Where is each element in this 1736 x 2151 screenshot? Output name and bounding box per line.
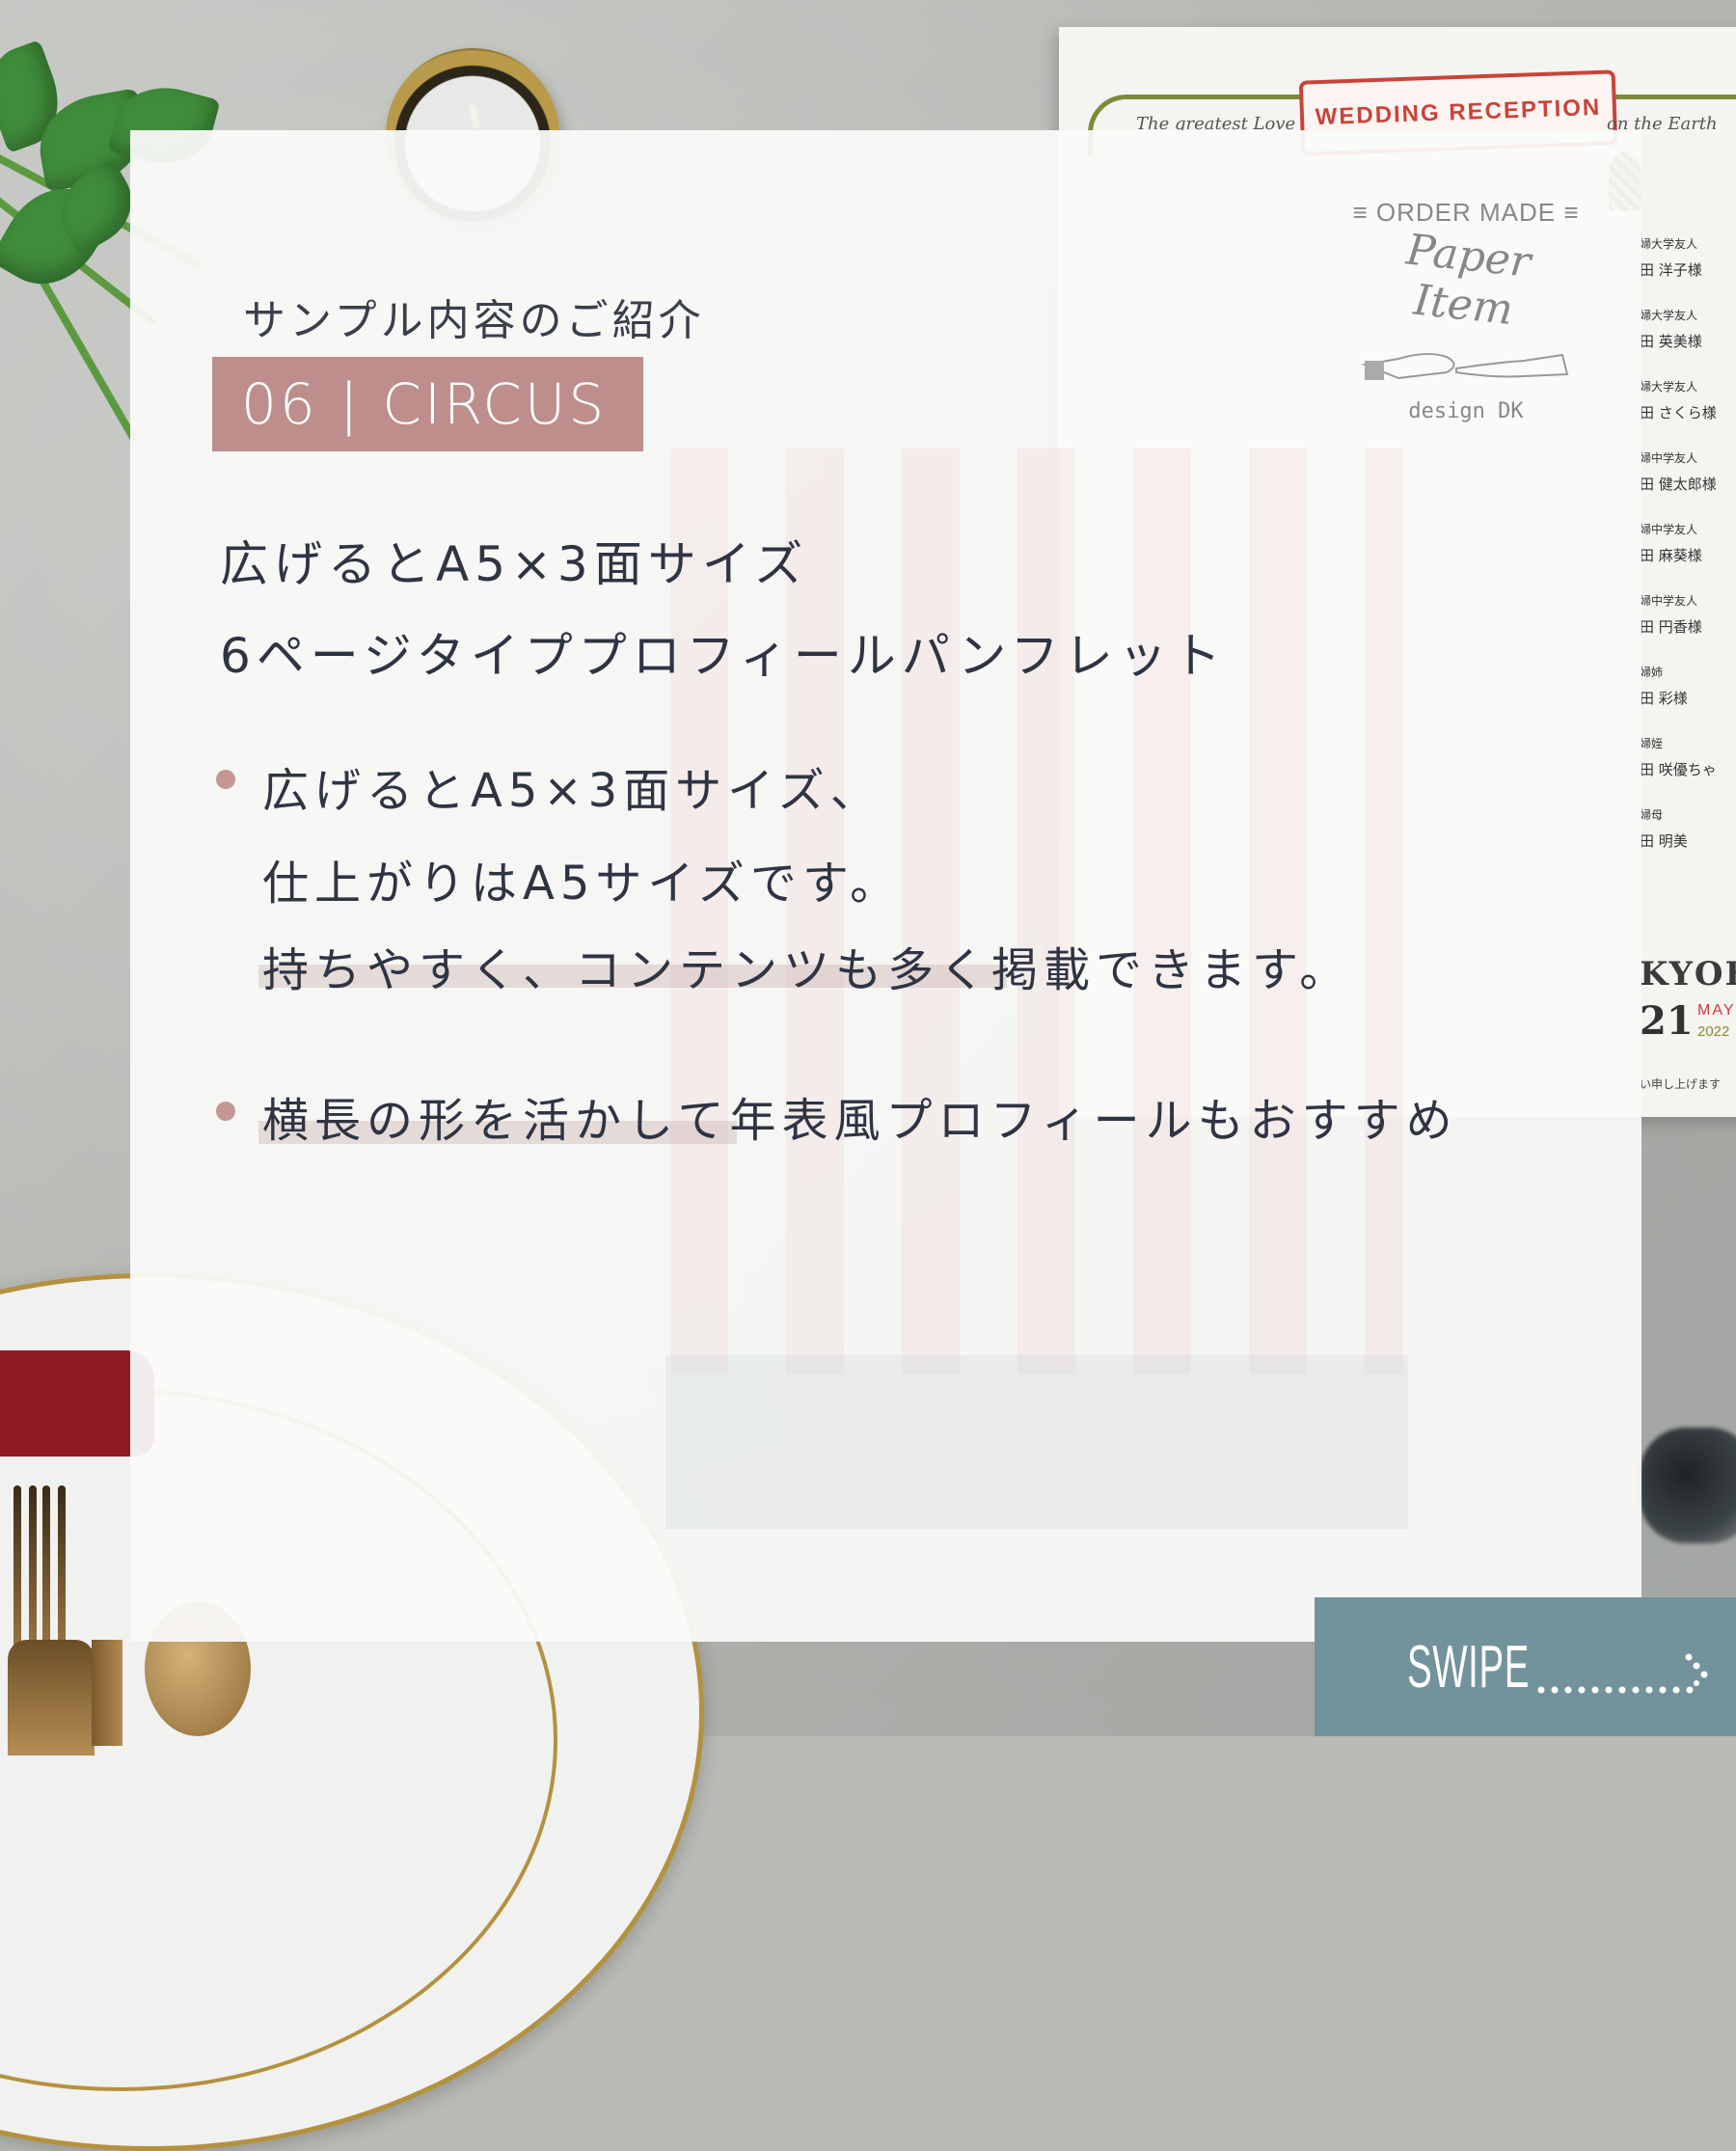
- logo-bottom: design DK: [1408, 399, 1524, 423]
- guest-item: 婦大学友人田 洋子様: [1640, 237, 1702, 279]
- sample-number: 06: [241, 371, 318, 437]
- bullet-icon: [216, 770, 235, 789]
- date-day: 21: [1640, 998, 1694, 1044]
- dotted-arrow-icon: [1537, 1653, 1708, 1694]
- guest-item: 婦中学友人田 円香様: [1640, 594, 1702, 636]
- bullet-1-line-1: 広げるとA5×3面サイズ、: [262, 764, 882, 818]
- date-month: MAY: [1697, 1002, 1736, 1019]
- lead-line-2: 6ページタイププロフィールパンフレット: [220, 628, 1227, 684]
- guest-item: 婦大学友人田 さくら様: [1640, 380, 1717, 422]
- brand-logo: ≡ ORDER MADE ≡ Paper Item design DK: [1350, 198, 1582, 423]
- bullet-2-line-1: 横長の形を活かして年表風プロフィールもおすすめ: [262, 1094, 1458, 1148]
- flower-decoration: [1640, 1428, 1736, 1543]
- sample-tag: 06 | CIRCUS: [212, 357, 643, 451]
- guest-item: 婦母田 明美: [1640, 808, 1688, 850]
- card-footer-note: い申し上げます: [1640, 1077, 1722, 1091]
- sample-name: CIRCUS: [382, 371, 608, 437]
- bullet-1-line-3: 持ちやすく、コンテンツも多く掲載できます。: [262, 943, 1352, 997]
- ghost-card-footer: [665, 1355, 1408, 1529]
- guest-item: 婦姉田 彩様: [1640, 666, 1688, 707]
- guest-item: 婦大学友人田 英美様: [1640, 309, 1702, 350]
- logo-rule-icon: ≡: [1556, 198, 1580, 227]
- guest-item: 婦姪田 咲優ちゃ: [1640, 737, 1717, 778]
- section-eyebrow: サンプル内容のご紹介: [243, 296, 705, 345]
- guest-list: 婦大学友人田 洋子様 婦大学友人田 英美様 婦大学友人田 さくら様 婦中学友人田…: [1640, 235, 1736, 878]
- bullet-1-line-2: 仕上がりはA5サイズです。: [262, 857, 903, 911]
- swipe-label: SWIPE: [1407, 1633, 1530, 1701]
- guest-item: 婦中学友人田 麻葵様: [1640, 523, 1702, 564]
- wedding-date: 21 MAY 2022: [1640, 998, 1733, 1044]
- knife: [92, 1640, 122, 1746]
- logo-script: Paper Item: [1403, 225, 1533, 336]
- couple-name: KYOK: [1640, 955, 1736, 994]
- lead-line-1: 広げるとA5×3面サイズ: [220, 536, 809, 592]
- tag-separator: |: [339, 371, 362, 437]
- hands-icon: [1361, 353, 1569, 380]
- date-year: 2022: [1697, 1023, 1730, 1040]
- swipe-button[interactable]: SWIPE: [1315, 1597, 1736, 1736]
- guest-item: 婦中学友人田 健太郎様: [1640, 451, 1717, 493]
- bullet-icon: [216, 1102, 235, 1121]
